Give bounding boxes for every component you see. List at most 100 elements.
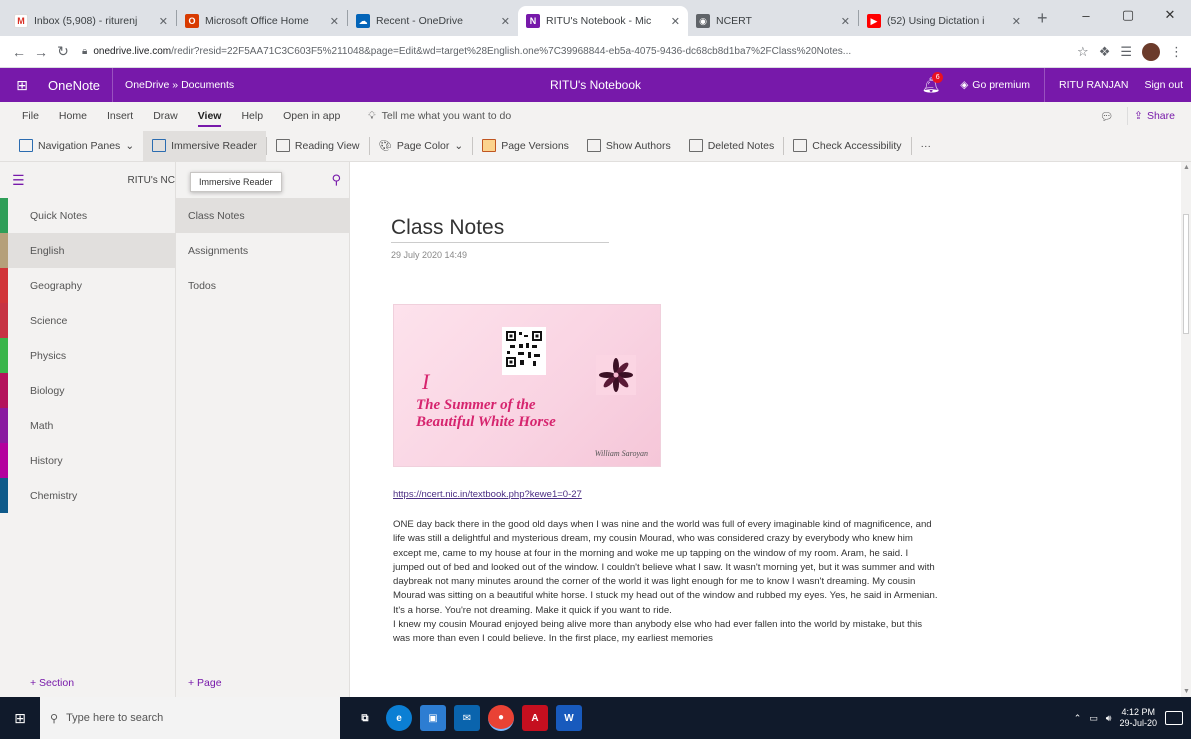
browser-tab-active[interactable]: N RITU's Notebook - Mic ✕ [518,6,688,36]
notebook-name[interactable]: RITU's NC [128,175,175,186]
browser-tab[interactable]: ☁ Recent - OneDrive ✕ [348,6,518,36]
page-title[interactable]: Class Notes [391,216,504,240]
add-page-button[interactable]: + Page [188,677,222,689]
section-color-bar [0,198,8,233]
close-window-button[interactable]: ✕ [1149,0,1191,30]
vertical-scrollbar[interactable]: ▲ ▼ [1181,162,1191,697]
onenote-app-bar: ⊞ OneNote OneDrive » Documents RITU's No… [0,68,1191,102]
breadcrumb[interactable]: OneDrive » Documents [112,68,234,102]
windows-start-icon[interactable]: ⊞ [0,697,40,739]
avatar[interactable] [1142,42,1160,61]
section-color-bar [0,303,8,338]
section-item-english[interactable]: English [0,233,175,268]
page-item-class-notes[interactable]: Class Notes [176,198,349,233]
chapter-cover-image[interactable]: I The Summer of the Beautiful White Hors… [393,304,661,467]
show-authors-button[interactable]: Show Authors [578,131,680,161]
section-item-physics[interactable]: Physics [0,338,175,373]
clock[interactable]: 4:12 PM 29-Jul-20 [1119,707,1157,729]
page-versions-button[interactable]: Page Versions [473,131,578,161]
chrome-icon[interactable]: ● [488,705,514,731]
scroll-thumb[interactable] [1183,214,1189,334]
scroll-down-icon[interactable]: ▼ [1183,688,1190,695]
new-tab-button[interactable]: + [1037,8,1048,29]
tab-help[interactable]: Help [231,102,273,130]
url-field[interactable]: 🔒︎ onedrive.live.com/redir?resid=22F5AA7… [82,40,1069,64]
battery-icon[interactable]: ▭ [1089,713,1098,724]
more-options-button[interactable]: ··· [912,131,941,161]
reading-list-icon[interactable]: ☰ [1120,44,1132,60]
forward-arrow-icon[interactable]: → [30,44,52,60]
hamburger-icon[interactable]: ☰ [12,172,28,189]
taskbar-search-box[interactable]: ⚲ Type here to search [40,697,340,739]
open-in-app-button[interactable]: Open in app [273,102,350,130]
tab-view[interactable]: View [188,102,232,130]
app-name[interactable]: OneNote [44,78,112,93]
volume-icon[interactable]: 🔊︎ [1106,713,1112,724]
paragraph[interactable]: I knew my cousin Mourad enjoyed being al… [393,618,941,647]
add-section-button[interactable]: + Section [30,677,74,689]
task-view-icon[interactable]: ⧉ [352,705,378,731]
comments-icon[interactable]: 💬︎ [1100,110,1113,123]
tell-me-search[interactable]: 💡︎ Tell me what you want to do [368,110,511,123]
page-item-assignments[interactable]: Assignments [176,233,349,268]
ncert-link[interactable]: https://ncert.nic.in/textbook.php?kewe1=… [393,489,582,500]
chevron-up-icon[interactable]: ⌃ [1074,713,1082,724]
section-item-history[interactable]: History [0,443,175,478]
page-color-button[interactable]: 🎨︎ Page Color ⌄ [370,131,473,161]
section-item-biology[interactable]: Biology [0,373,175,408]
close-icon[interactable]: ✕ [330,15,339,28]
section-color-bar [0,408,8,443]
section-item-math[interactable]: Math [0,408,175,443]
browser-tab[interactable]: ◉ NCERT ✕ [688,6,858,36]
page-item-todos[interactable]: Todos [176,268,349,303]
edge-icon[interactable]: e [386,705,412,731]
tab-draw[interactable]: Draw [143,102,188,130]
sign-out-link[interactable]: Sign out [1136,79,1191,91]
section-item-geography[interactable]: Geography [0,268,175,303]
deleted-notes-button[interactable]: Deleted Notes [680,131,784,161]
paragraph[interactable]: ONE day back there in the good old days … [393,518,941,618]
maximize-button[interactable]: ▢ [1107,0,1149,30]
section-item-chemistry[interactable]: Chemistry [0,478,175,513]
word-icon[interactable]: W [556,705,582,731]
notifications-button[interactable]: 🔔︎ 6 [916,68,946,102]
tab-home[interactable]: Home [49,102,97,130]
section-label: Math [30,419,54,432]
section-item-quick-notes[interactable]: Quick Notes [0,198,175,233]
check-accessibility-button[interactable]: Check Accessibility [784,131,910,161]
reload-icon[interactable]: ↻ [52,43,74,60]
page-canvas[interactable]: Class Notes 29 July 2020 14:49 I The Sum… [351,162,1181,697]
user-name[interactable]: RITU RANJAN [1044,68,1136,102]
browser-tab[interactable]: O Microsoft Office Home ✕ [177,6,347,36]
star-icon[interactable]: ☆ [1077,44,1089,60]
close-icon[interactable]: ✕ [501,15,510,28]
scroll-up-icon[interactable]: ▲ [1183,164,1190,171]
search-icon[interactable]: ⚲ [331,172,341,188]
close-icon[interactable]: ✕ [159,15,168,28]
app-launcher-icon[interactable]: ⊞ [0,68,44,102]
close-icon[interactable]: ✕ [841,15,850,28]
tab-file[interactable]: File [12,102,49,130]
close-icon[interactable]: ✕ [1012,15,1021,28]
menu-kebab-icon[interactable]: ⋮ [1170,44,1183,60]
minimize-button[interactable]: – [1065,0,1107,30]
window-controls: – ▢ ✕ [1065,0,1191,30]
browser-tab[interactable]: M Inbox (5,908) - riturenj ✕ [6,6,176,36]
navigation-panes-button[interactable]: Navigation Panes ⌄ [10,131,143,161]
reading-view-button[interactable]: Reading View [267,131,369,161]
browser-tab[interactable]: ▶ (52) Using Dictation i ✕ [859,6,1029,36]
store-icon[interactable]: ▣ [420,705,446,731]
close-icon[interactable]: ✕ [671,15,680,28]
acrobat-icon[interactable]: A [522,705,548,731]
mail-icon[interactable]: ✉ [454,705,480,731]
notification-center-icon[interactable] [1165,711,1183,725]
extension-icon[interactable]: ❖ [1099,44,1111,60]
section-item-science[interactable]: Science [0,303,175,338]
go-premium-button[interactable]: ◈ Go premium [946,79,1044,91]
tab-insert[interactable]: Insert [97,102,143,130]
share-button[interactable]: ⇪ Share [1127,107,1181,125]
note-body[interactable]: ONE day back there in the good old days … [393,518,941,647]
back-arrow-icon[interactable]: ← [8,44,30,60]
url-path: /redir?resid=22F5AA71C3C603F5%211048&pag… [171,46,852,57]
immersive-reader-button[interactable]: Immersive Reader [143,130,266,161]
